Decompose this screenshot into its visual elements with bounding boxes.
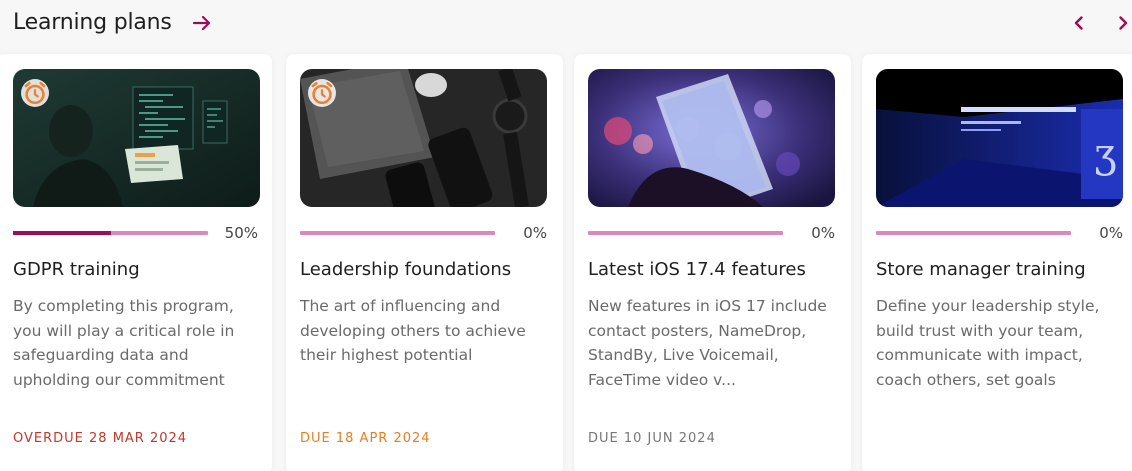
alarm-clock-icon <box>21 79 49 107</box>
alarm-clock-icon <box>308 79 336 107</box>
card-description: The art of influencing and developing ot… <box>300 297 526 364</box>
card-thumbnail <box>13 69 260 207</box>
due-date: OVERDUE 28 MAR 2024 <box>13 431 188 446</box>
learning-plan-card[interactable]: 50% GDPR training By completing this pro… <box>0 54 272 471</box>
card-title: GDPR training <box>13 259 140 280</box>
due-date: DUE 18 APR 2024 <box>300 431 431 446</box>
progress-fill <box>13 231 111 235</box>
progress-bar <box>876 231 1071 235</box>
card-title: Latest iOS 17.4 features <box>588 259 806 280</box>
card-title: Store manager training <box>876 259 1086 280</box>
due-date: DUE 10 JUN 2024 <box>588 431 716 446</box>
progress-percent: 0% <box>1099 224 1123 242</box>
progress-bar <box>13 231 208 235</box>
card-thumbnail <box>300 69 547 207</box>
chevron-left-icon[interactable] <box>1070 14 1088 32</box>
card-description: Define your leadership style, build trus… <box>876 297 1100 389</box>
learning-plan-card[interactable]: ʒ 0% Store manager training Define your … <box>862 54 1132 471</box>
chevron-right-icon[interactable] <box>1114 14 1132 32</box>
progress-bar <box>588 231 783 235</box>
svg-text:ʒ: ʒ <box>1094 131 1117 177</box>
card-thumbnail: ʒ <box>876 69 1123 207</box>
progress-bar <box>300 231 495 235</box>
progress-percent: 0% <box>523 224 547 242</box>
progress-percent: 0% <box>811 224 835 242</box>
card-thumbnail <box>588 69 835 207</box>
learning-plan-card[interactable]: 0% Leadership foundations The art of inf… <box>286 54 563 471</box>
card-description: New features in iOS 17 include contact p… <box>588 297 827 389</box>
section-title: Learning plans <box>13 10 172 35</box>
arrow-right-icon[interactable] <box>191 12 213 34</box>
section-header: Learning plans <box>0 0 1132 50</box>
card-title: Leadership foundations <box>300 259 512 280</box>
card-description: By completing this program, you will pla… <box>13 297 235 389</box>
learning-plan-card[interactable]: 0% Latest iOS 17.4 features New features… <box>574 54 851 471</box>
progress-percent: 50% <box>224 224 258 242</box>
